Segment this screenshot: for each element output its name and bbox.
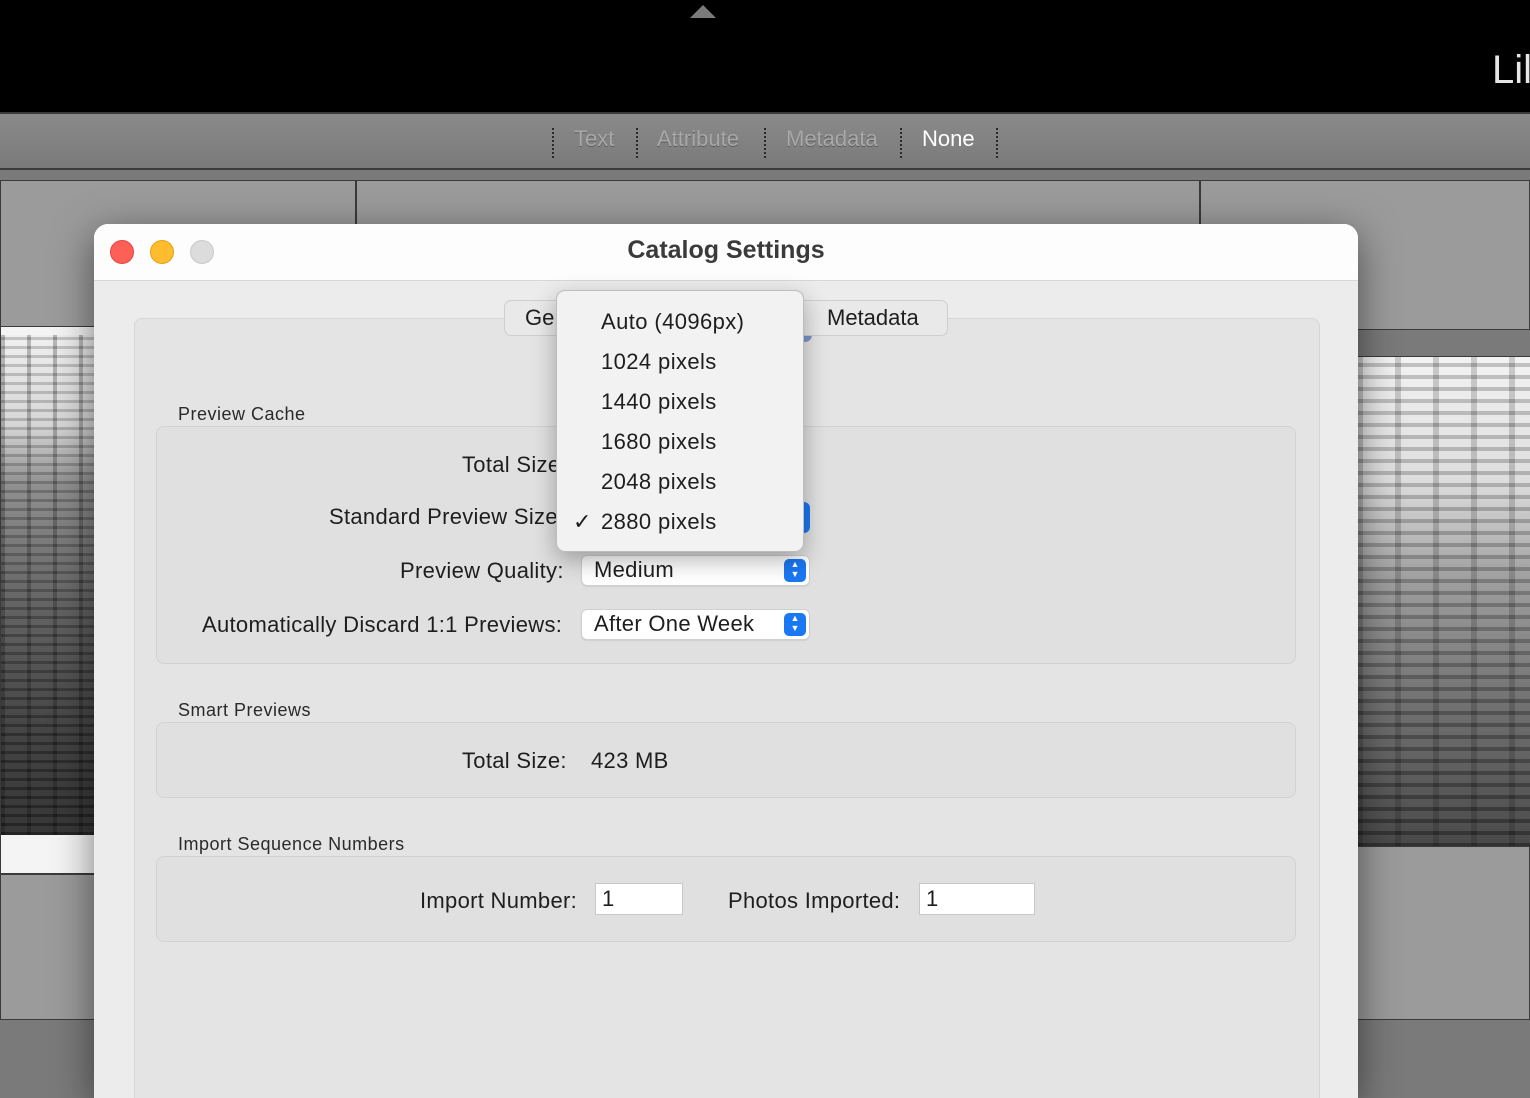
grid-cell[interactable]: [0, 874, 100, 1020]
import-sequence-group: [156, 856, 1296, 942]
section-label-smart-previews: Smart Previews: [178, 700, 312, 720]
collapse-panel-arrow-icon[interactable]: [690, 5, 716, 18]
photo-thumbnail[interactable]: [1357, 357, 1530, 847]
menu-item-1024[interactable]: 1024 pixels: [601, 349, 717, 375]
filter-separator: [636, 128, 638, 158]
chevron-up-down-icon: ▲ ▼: [784, 613, 806, 636]
chevron-up-down-icon: ▲ ▼: [784, 559, 806, 582]
tab-metadata[interactable]: Metadata: [800, 300, 948, 336]
smart-total-size-value: 423 MB: [591, 748, 669, 773]
photo-thumbnail[interactable]: [1, 335, 101, 835]
discard-previews-value: After One Week: [594, 611, 755, 636]
grid-cell[interactable]: [0, 326, 101, 874]
filter-none[interactable]: None: [922, 126, 975, 152]
filter-separator: [996, 128, 998, 158]
grid-cell[interactable]: [1356, 356, 1530, 847]
preview-quality-value: Medium: [594, 557, 675, 582]
standard-preview-size-label: Standard Preview Size: [329, 504, 558, 529]
filter-separator: [900, 128, 902, 158]
filter-attribute[interactable]: Attribute: [657, 126, 739, 152]
filter-metadata[interactable]: Metadata: [786, 126, 878, 152]
photos-imported-label: Photos Imported:: [728, 888, 901, 913]
import-number-field[interactable]: 1: [595, 883, 683, 915]
menu-item-1440[interactable]: 1440 pixels: [601, 389, 717, 415]
photos-imported-field[interactable]: 1: [919, 883, 1035, 915]
discard-previews-label: Automatically Discard 1:1 Previews:: [202, 612, 563, 637]
preview-quality-popup[interactable]: Medium ▲ ▼: [581, 555, 810, 586]
app-title: Lil: [1492, 48, 1530, 92]
grid-cell[interactable]: [1356, 846, 1530, 1020]
discard-previews-popup[interactable]: After One Week ▲ ▼: [581, 609, 810, 640]
smart-previews-group: [156, 722, 1296, 798]
filter-separator: [552, 128, 554, 158]
section-label-import-sequence: Import Sequence Numbers: [178, 834, 405, 854]
filter-text[interactable]: Text: [574, 126, 614, 152]
menu-item-auto[interactable]: Auto (4096px): [601, 309, 744, 335]
dialog-titlebar[interactable]: Catalog Settings: [94, 224, 1358, 281]
import-number-label: Import Number:: [420, 888, 578, 913]
total-size-label: Total Size: [462, 452, 561, 477]
preview-quality-label: Preview Quality:: [400, 558, 564, 583]
checkmark-icon: ✓: [573, 509, 592, 534]
smart-total-size-label: Total Size:: [462, 748, 567, 773]
menu-item-2880[interactable]: 2880 pixels: [601, 509, 717, 535]
menu-item-1680[interactable]: 1680 pixels: [601, 429, 717, 455]
dialog-title: Catalog Settings: [627, 236, 825, 264]
menu-item-2048[interactable]: 2048 pixels: [601, 469, 717, 495]
top-panel: Lil: [0, 0, 1530, 114]
section-label-preview-cache: Preview Cache: [178, 404, 306, 424]
filter-separator: [764, 128, 766, 158]
standard-preview-size-menu: Auto (4096px) 1024 pixels 1440 pixels 16…: [556, 290, 804, 552]
